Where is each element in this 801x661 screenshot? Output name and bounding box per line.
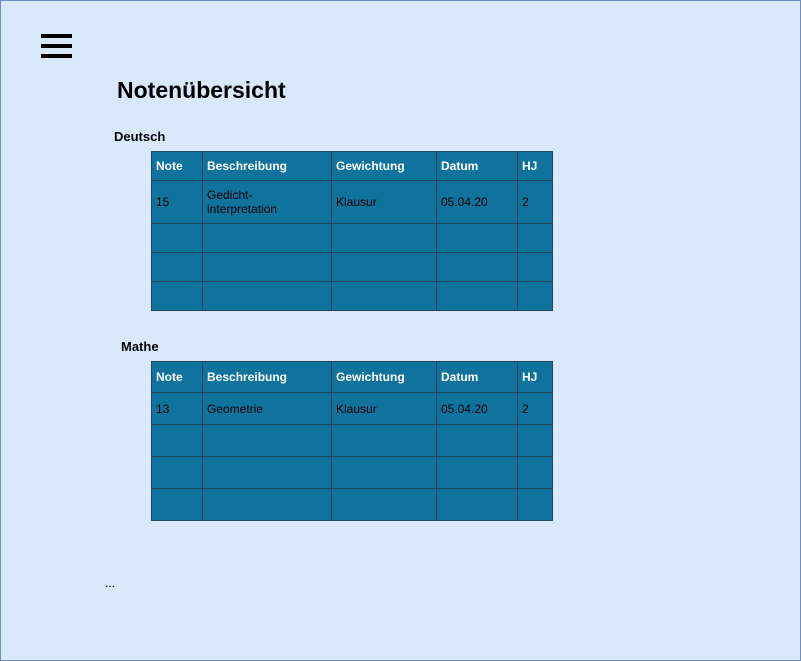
cell-hj[interactable]: 2 [517, 392, 553, 425]
cell-gewichtung[interactable] [331, 488, 437, 521]
cell-beschreibung[interactable]: Gedicht-interpretation [202, 180, 332, 224]
more-indicator: ... [105, 576, 116, 590]
cell-gewichtung[interactable] [331, 424, 437, 457]
table-header-row: Note Beschreibung Gewichtung Datum HJ [151, 361, 553, 393]
table-row[interactable]: 13 Geometrie Klausur 05.04.20 2 [151, 392, 553, 425]
cell-note[interactable] [151, 424, 203, 457]
table-header-row: Note Beschreibung Gewichtung Datum HJ [151, 151, 553, 181]
column-header-gewichtung: Gewichtung [331, 361, 437, 393]
table-row[interactable] [151, 252, 553, 282]
cell-datum[interactable] [436, 281, 518, 311]
cell-hj[interactable] [517, 424, 553, 457]
page-title: Notenübersicht [117, 77, 286, 103]
cell-hj[interactable] [517, 488, 553, 521]
cell-beschreibung[interactable] [202, 424, 332, 457]
cell-note[interactable] [151, 223, 203, 253]
cell-note[interactable] [151, 456, 203, 489]
cell-gewichtung[interactable] [331, 281, 437, 311]
cell-hj[interactable] [517, 281, 553, 311]
cell-beschreibung[interactable] [202, 223, 332, 253]
cell-hj[interactable] [517, 456, 553, 489]
cell-hj[interactable] [517, 223, 553, 253]
cell-gewichtung[interactable] [331, 252, 437, 282]
cell-beschreibung[interactable] [202, 252, 332, 282]
column-header-datum: Datum [436, 151, 518, 181]
cell-note[interactable]: 15 [151, 180, 203, 224]
subject-label-mathe: Mathe [121, 339, 159, 354]
table-row[interactable] [151, 488, 553, 521]
cell-gewichtung[interactable] [331, 223, 437, 253]
cell-beschreibung[interactable] [202, 281, 332, 311]
cell-note[interactable]: 13 [151, 392, 203, 425]
cell-gewichtung[interactable]: Klausur [331, 392, 437, 425]
subject-label-deutsch: Deutsch [114, 129, 166, 144]
cell-note[interactable] [151, 252, 203, 282]
cell-beschreibung-text: Gedicht-interpretation [207, 188, 278, 216]
column-header-datum: Datum [436, 361, 518, 393]
cell-datum[interactable]: 05.04.20 [436, 392, 518, 425]
cell-gewichtung[interactable]: Klausur [331, 180, 437, 224]
cell-datum[interactable] [436, 252, 518, 282]
table-row[interactable] [151, 281, 553, 311]
cell-datum[interactable] [436, 456, 518, 489]
cell-datum[interactable] [436, 424, 518, 457]
table-row[interactable] [151, 456, 553, 489]
column-header-gewichtung: Gewichtung [331, 151, 437, 181]
column-header-beschreibung: Beschreibung [202, 361, 332, 393]
cell-beschreibung[interactable]: Geometrie [202, 392, 332, 425]
cell-gewichtung[interactable] [331, 456, 437, 489]
column-header-hj: HJ [517, 361, 553, 393]
hamburger-menu-icon[interactable] [41, 34, 72, 58]
column-header-note: Note [151, 151, 203, 181]
cell-hj[interactable]: 2 [517, 180, 553, 224]
table-row[interactable] [151, 223, 553, 253]
cell-note[interactable] [151, 488, 203, 521]
grades-table-mathe: Note Beschreibung Gewichtung Datum HJ 13… [151, 361, 553, 521]
cell-note[interactable] [151, 281, 203, 311]
column-header-beschreibung: Beschreibung [202, 151, 332, 181]
cell-datum[interactable]: 05.04.20 [436, 180, 518, 224]
table-row[interactable]: 15 Gedicht-interpretation Klausur 05.04.… [151, 180, 553, 224]
cell-beschreibung[interactable] [202, 488, 332, 521]
grades-table-deutsch: Note Beschreibung Gewichtung Datum HJ 15… [151, 151, 553, 311]
table-row[interactable] [151, 424, 553, 457]
cell-hj[interactable] [517, 252, 553, 282]
column-header-hj: HJ [517, 151, 553, 181]
column-header-note: Note [151, 361, 203, 393]
cell-datum[interactable] [436, 488, 518, 521]
app-frame: Notenübersicht Deutsch Note Beschreibung… [0, 0, 801, 661]
cell-datum[interactable] [436, 223, 518, 253]
cell-beschreibung[interactable] [202, 456, 332, 489]
